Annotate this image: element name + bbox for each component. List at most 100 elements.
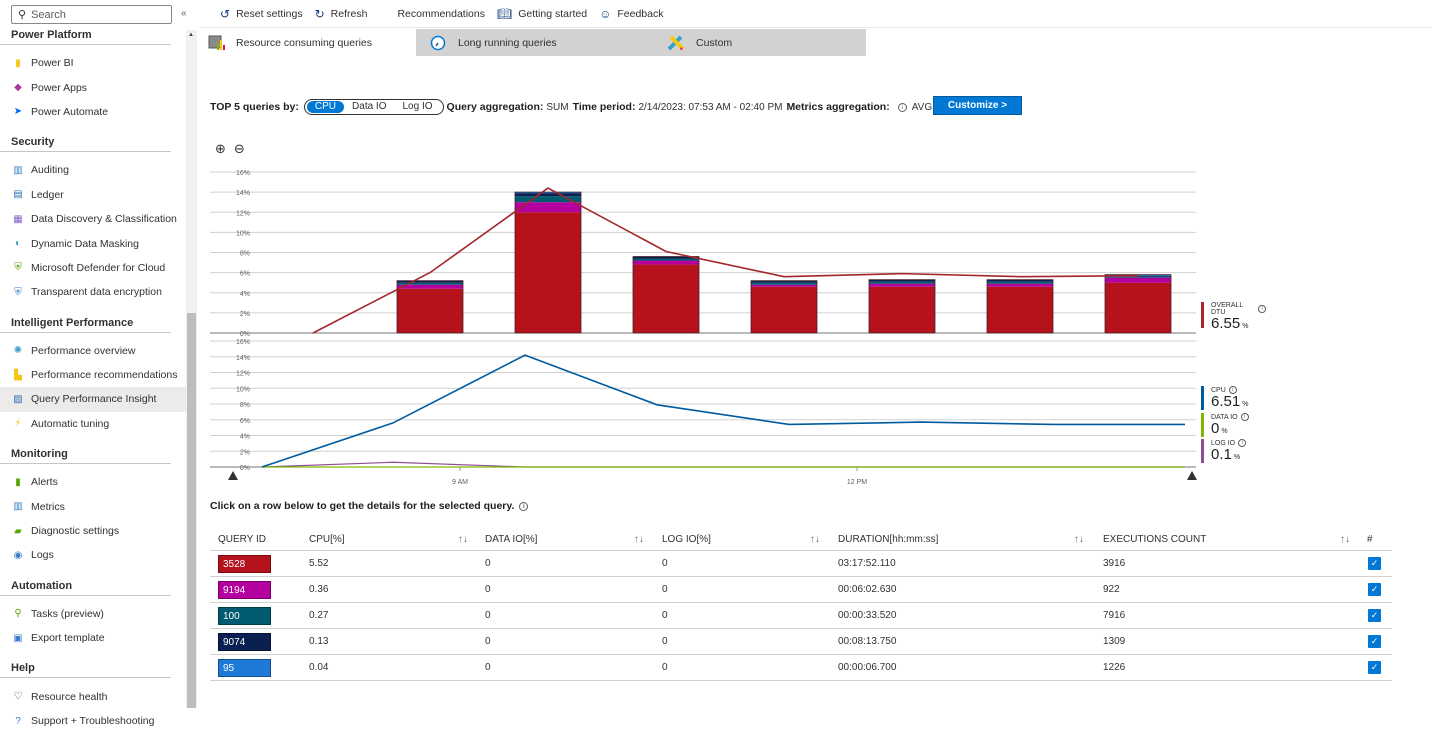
- y-tick-label: 8%: [240, 402, 250, 409]
- y-tick-label: 8%: [240, 251, 250, 258]
- bar-segment-3528: [751, 286, 817, 333]
- table-row[interactable]: 95 0.04 0 0 00:00:06.700 1226 ✓: [210, 655, 1392, 681]
- y-tick-label: 0%: [240, 465, 250, 472]
- header-cpu[interactable]: CPU[%]: [309, 534, 345, 545]
- row-checkbox[interactable]: ✓: [1368, 661, 1381, 674]
- y-tick-label: 16%: [236, 339, 250, 346]
- duration-cell: 03:17:52.110: [838, 558, 896, 569]
- info-icon[interactable]: i: [1240, 413, 1249, 421]
- sidebar-item-logs[interactable]: ◉ Logs: [0, 543, 186, 567]
- bar-segment-3528: [633, 264, 699, 333]
- duration-cell: 00:08:13.750: [838, 636, 897, 647]
- table-hint-text: Click on a row below to get the details …: [210, 500, 515, 512]
- y-tick-label: 10%: [236, 386, 250, 393]
- sidebar-section-title: Help: [0, 660, 171, 679]
- help-circle-icon: ?: [15, 715, 21, 727]
- sidebar-section-title: Automation: [0, 578, 171, 596]
- sidebar-item-tasks-preview[interactable]: ⚲ Tasks (preview): [0, 602, 186, 626]
- bar-segment-3528: [1105, 282, 1171, 333]
- row-checkbox[interactable]: ✓: [1368, 557, 1381, 570]
- query-id-badge[interactable]: 9074: [218, 632, 271, 651]
- header-duration[interactable]: DURATION[hh:mm:ss]: [838, 534, 938, 545]
- x-tick-label: 12 PM: [847, 479, 867, 486]
- bar-segment-9074: [515, 193, 581, 197]
- sidebar-item-label: Tasks (preview): [31, 607, 104, 620]
- y-tick-label: 16%: [236, 170, 250, 177]
- legend-unit: %: [1242, 401, 1249, 408]
- cpu-cell: 0.04: [309, 662, 329, 673]
- line-log-io: [261, 461, 1185, 468]
- header-log-io[interactable]: LOG IO[%]: [662, 534, 711, 545]
- legend-unit: %: [1233, 454, 1241, 461]
- info-icon[interactable]: i: [1258, 305, 1266, 313]
- y-tick-label: 10%: [236, 230, 250, 237]
- cpu-cell: 0.27: [309, 610, 329, 621]
- sidebar-item-label: Metrics: [31, 500, 65, 513]
- bar-segment-100: [987, 281, 1053, 284]
- sort-icon[interactable]: ↑↓: [1340, 534, 1350, 545]
- legend-cpu[interactable]: CPU i 6.51%: [1201, 386, 1271, 410]
- table-hint: Click on a row below to get the details …: [210, 500, 533, 512]
- legend-value: 0.1: [1211, 446, 1232, 463]
- legend-log-io[interactable]: LOG IO i 0.1%: [1201, 439, 1271, 463]
- export-template-icon: ▣: [13, 632, 23, 644]
- sidebar-item-label: Export template: [31, 632, 105, 645]
- query-id-badge[interactable]: 9194: [218, 580, 271, 599]
- legend-value: 0: [1211, 420, 1220, 437]
- metrics-icon: ▥: [13, 501, 23, 513]
- y-tick-label: 14%: [236, 355, 250, 362]
- diagnostic-settings-icon: ▰: [14, 525, 22, 537]
- table-header-row: QUERY ID CPU[%] ↑↓ DATA IO[%] ↑↓ LOG IO[…: [210, 528, 1392, 551]
- duration-cell: 00:00:33.520: [838, 610, 897, 621]
- bar-segment-100: [633, 258, 699, 261]
- sort-icon[interactable]: ↑↓: [634, 534, 644, 545]
- log-io-cell: 0: [662, 636, 668, 647]
- log-io-cell: 0: [662, 662, 668, 673]
- legend-value: 6.51: [1211, 393, 1241, 410]
- sidebar-item-diagnostic-settings[interactable]: ▰ Diagnostic settings: [0, 519, 186, 543]
- header-query-id[interactable]: QUERY ID: [218, 534, 266, 545]
- executions-cell: 3916: [1103, 558, 1126, 569]
- bar-segment-3528: [397, 288, 463, 333]
- table-row[interactable]: 3528 5.52 0 0 03:17:52.110 3916 ✓: [210, 551, 1392, 577]
- sidebar-item-support-troubleshooting[interactable]: ? Support + Troubleshooting: [0, 709, 186, 733]
- executions-cell: 1226: [1103, 662, 1126, 673]
- range-end-handle[interactable]: [1187, 471, 1197, 480]
- duration-cell: 00:06:02.630: [838, 584, 897, 595]
- info-icon[interactable]: i: [519, 501, 529, 511]
- y-tick-label: 6%: [240, 271, 250, 278]
- bar-segment-3528: [869, 286, 935, 333]
- query-id-badge[interactable]: 100: [218, 606, 271, 625]
- y-tick-label: 4%: [240, 291, 250, 298]
- executions-cell: 922: [1103, 584, 1120, 595]
- header-data-io[interactable]: DATA IO[%]: [485, 534, 537, 545]
- info-icon[interactable]: i: [1238, 439, 1247, 447]
- tasks-icon: ⚲: [14, 608, 22, 620]
- table-row[interactable]: 100 0.27 0 0 00:00:33.520 7916 ✓: [210, 603, 1392, 629]
- cpu-cell: 0.13: [309, 636, 329, 647]
- legend-data-io[interactable]: DATA IO i 0%: [1201, 413, 1271, 437]
- sort-icon[interactable]: ↑↓: [458, 534, 468, 545]
- table-row[interactable]: 9074 0.13 0 0 00:08:13.750 1309 ✓: [210, 629, 1392, 655]
- sidebar-item-label: Diagnostic settings: [31, 525, 120, 538]
- y-tick-label: 2%: [240, 311, 250, 318]
- x-tick-label: 9 AM: [452, 479, 468, 486]
- sidebar-item-resource-health[interactable]: ♡ Resource health: [0, 684, 186, 708]
- query-id-badge[interactable]: 3528: [218, 554, 271, 573]
- row-checkbox[interactable]: ✓: [1368, 609, 1381, 622]
- sort-icon[interactable]: ↑↓: [1074, 534, 1084, 545]
- row-checkbox[interactable]: ✓: [1368, 583, 1381, 596]
- sort-icon[interactable]: ↑↓: [810, 534, 820, 545]
- bar-segment-9194: [633, 260, 699, 265]
- y-tick-label: 0%: [240, 331, 250, 338]
- sidebar-item-export-template[interactable]: ▣ Export template: [0, 626, 186, 650]
- header-executions-count[interactable]: EXECUTIONS COUNT: [1103, 534, 1206, 545]
- legend-overall-dtu[interactable]: OVERALL DTU i 6.55%: [1201, 302, 1271, 331]
- sidebar-item-label: Logs: [31, 549, 54, 562]
- table-row[interactable]: 9194 0.36 0 0 00:06:02.630 922 ✓: [210, 577, 1392, 603]
- row-checkbox[interactable]: ✓: [1368, 635, 1381, 648]
- query-id-badge[interactable]: 95: [218, 658, 271, 677]
- data-io-cell: 0: [485, 584, 491, 595]
- range-start-handle[interactable]: [228, 471, 238, 480]
